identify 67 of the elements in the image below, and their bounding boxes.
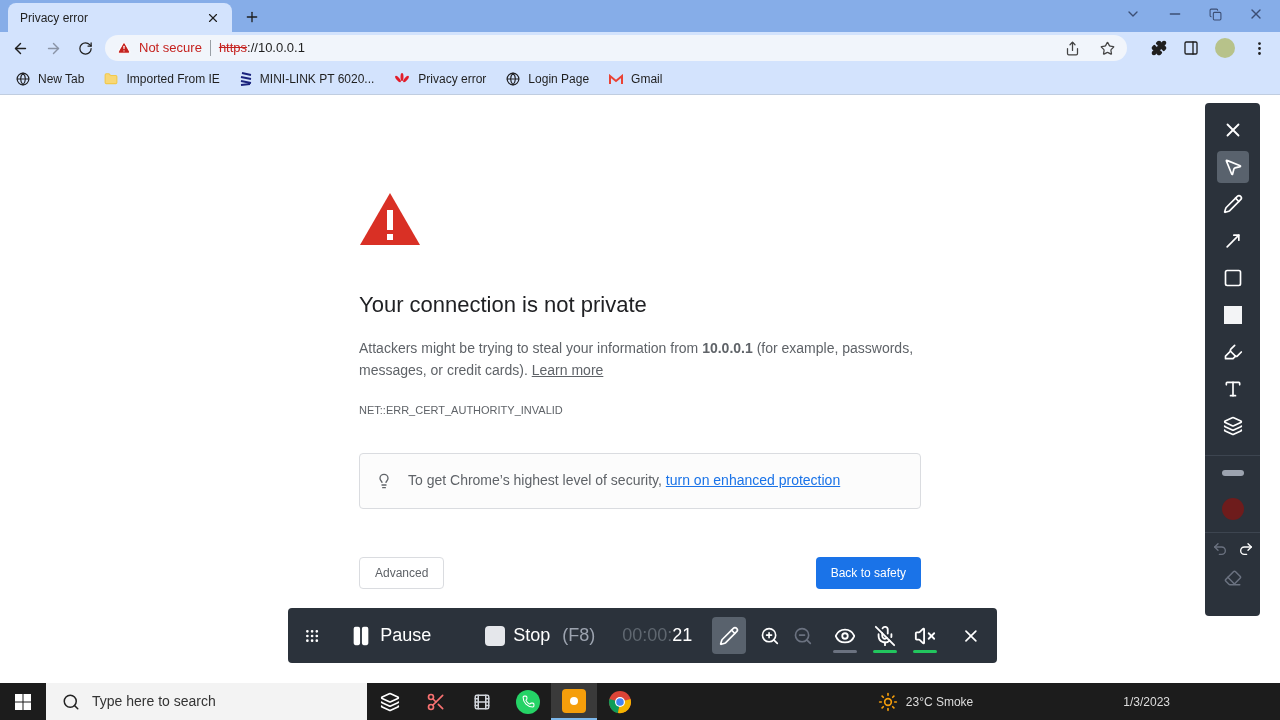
reload-icon[interactable] [78, 40, 93, 56]
film-icon [473, 692, 491, 711]
annotation-tool[interactable] [1216, 151, 1249, 183]
draw-button[interactable] [712, 617, 746, 654]
side-panel-icon[interactable] [1183, 40, 1199, 56]
bookmark-item[interactable]: Privacy error [394, 71, 487, 87]
pause-button[interactable]: Pause [350, 622, 432, 649]
filled-square-icon [1222, 305, 1243, 325]
flower-logo-icon [394, 73, 411, 85]
bookmark-item[interactable]: Imported From IE [104, 71, 220, 87]
timer-seconds: 21 [672, 624, 693, 647]
mail-logo-icon [609, 73, 624, 85]
rectangle-icon [1222, 268, 1243, 288]
address-bar[interactable]: Not secure https://10.0.0.1 [105, 35, 1127, 61]
warning-icon [359, 192, 421, 246]
warning-icon [117, 41, 131, 55]
extensions-icon[interactable] [1151, 40, 1167, 56]
bookmark-item[interactable]: New Tab [16, 71, 85, 87]
scissors-icon [426, 691, 446, 712]
task-view-icon [380, 691, 400, 712]
counter-icon [1222, 416, 1243, 436]
recorder-icon [562, 688, 586, 713]
stop-square-icon [485, 625, 506, 646]
bookmark-item[interactable]: Gmail [609, 71, 663, 87]
security-label: Not secure [139, 39, 202, 58]
cursor-icon [1222, 157, 1243, 177]
weather-icon [877, 691, 898, 712]
share-icon[interactable] [1065, 40, 1080, 56]
line-thickness-icon[interactable] [1221, 470, 1244, 476]
description-text: Attackers might be trying to steal your information from 10.0.0.1 (for example, passwords, messages, or credit cards). Learn more [359, 339, 915, 380]
back-to-safety-button[interactable]: Back to safety [815, 556, 921, 589]
date-text: 1/3/2023 [1123, 693, 1170, 710]
taskbar-search-field[interactable]: Type here to search [46, 683, 367, 720]
url-text: https://10.0.0.1 [218, 39, 305, 58]
windows-logo-icon[interactable] [15, 693, 31, 710]
phone-chat-icon [516, 689, 540, 714]
taskbar-app[interactable] [551, 683, 597, 720]
color-swatch[interactable] [1221, 498, 1244, 520]
restore-icon[interactable] [1209, 7, 1222, 21]
pencil-icon [719, 625, 739, 646]
browser-icon [608, 689, 632, 714]
folder-icon [104, 72, 119, 86]
weather-text: 23°C Smoke [905, 693, 974, 710]
browser-tab[interactable]: Privacy error [8, 3, 232, 32]
tip-text: To get Chrome’s highest level of security, turn on enhanced protection [408, 471, 841, 490]
tab-title: Privacy error [20, 9, 89, 26]
pencil-icon [1222, 194, 1243, 214]
new-tab-icon[interactable] [244, 9, 260, 25]
bookmark-item[interactable]: Login Page [506, 71, 590, 87]
stop-button[interactable]: Stop (F8) [485, 622, 596, 649]
learn-more-link[interactable]: Learn more [531, 362, 604, 378]
advanced-button[interactable]: Advanced [359, 556, 445, 589]
globe-icon [506, 72, 521, 86]
page-title: Your connection is not private [359, 291, 648, 319]
bookmark-item[interactable]: MINI-LINK PT 6020... [239, 71, 375, 87]
stripes-logo-icon [239, 72, 252, 86]
enhanced-protection-link[interactable]: turn on enhanced protection [665, 472, 841, 488]
globe-icon [16, 72, 30, 86]
undo-icon[interactable] [1211, 541, 1228, 557]
lightbulb-icon [376, 472, 392, 489]
mic-icon [874, 624, 897, 647]
clear-icon[interactable] [1223, 569, 1242, 587]
redo-icon[interactable] [1237, 541, 1254, 557]
bookmark-star-icon[interactable] [1100, 40, 1115, 56]
marker-icon [1222, 342, 1243, 362]
error-code: NET::ERR_CERT_AUTHORITY_INVALID [359, 403, 564, 418]
search-icon [62, 692, 80, 711]
